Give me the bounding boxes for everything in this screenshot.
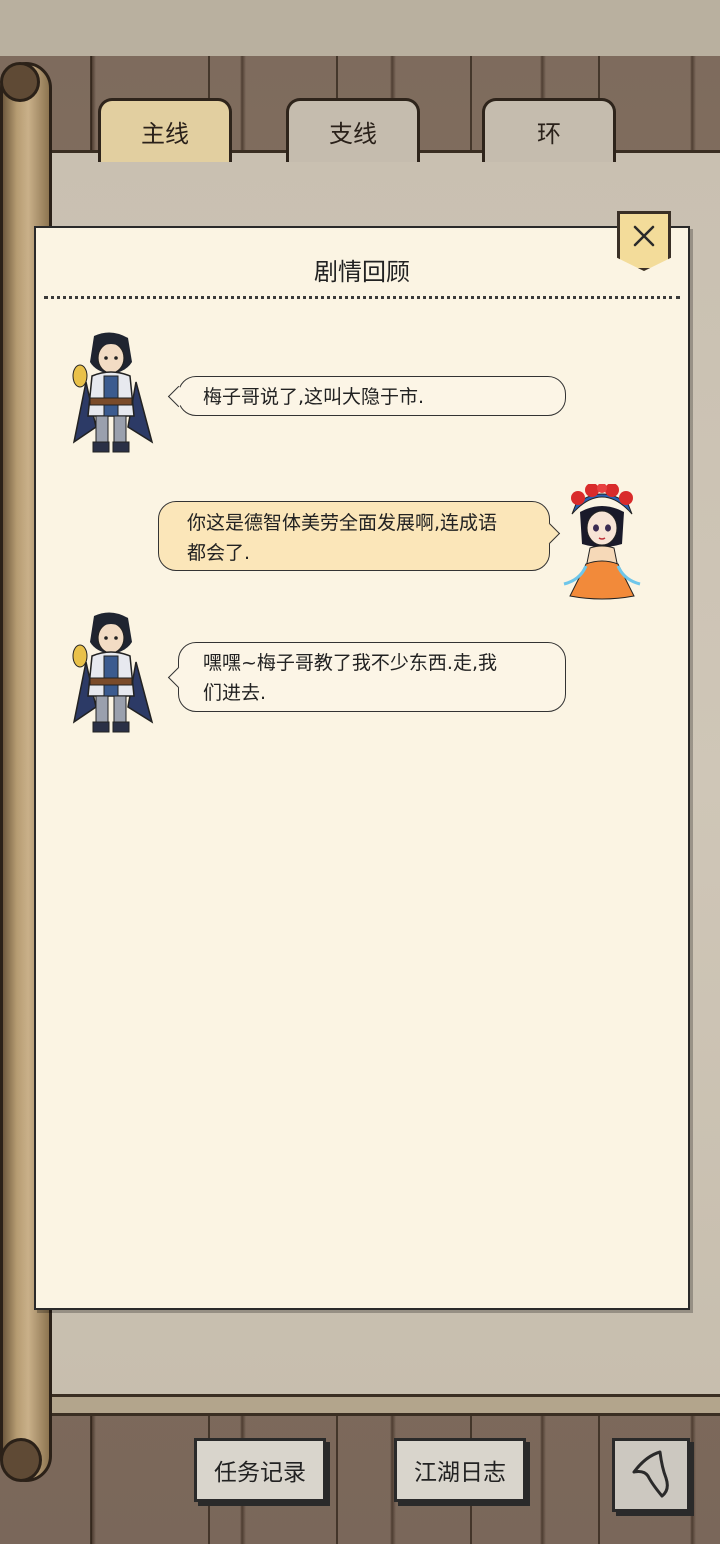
opera-girl-avatar (560, 483, 644, 606)
dialog-title: 剧情回顾 (314, 258, 410, 286)
opera-girl-portrait-icon (563, 483, 641, 600)
bubble-tail (167, 666, 190, 689)
message-text-line: 你这是德智体美劳全面发展啊,连成语 (187, 512, 498, 534)
jianghu-journal-button[interactable]: 江湖日志 (394, 1438, 526, 1502)
message-bubble-right: 你这是德智体美劳全面发展啊,连成语 都会了. (158, 501, 561, 571)
close-icon (633, 225, 655, 247)
swordsman-avatar (66, 612, 156, 742)
task-records-button[interactable]: 任务记录 (194, 1438, 326, 1502)
message-text-line: 们进去. (203, 682, 267, 704)
status-bar (0, 0, 720, 56)
button-label: 江湖日志 (414, 1460, 506, 1486)
message-bubble-left: 梅子哥说了,这叫大隐于市. (167, 376, 566, 416)
tab-side-quest[interactable]: 支线 (286, 98, 420, 162)
dotted-divider (44, 296, 680, 299)
tab-label: 支线 (329, 120, 377, 148)
tab-label: 环 (537, 120, 561, 148)
scroll-rod-cap (0, 62, 40, 102)
back-button[interactable] (612, 1438, 690, 1512)
message-text-line: 都会了. (187, 542, 251, 564)
scroll-bottom-edge (40, 1394, 720, 1416)
scroll-rod-cap (0, 1438, 42, 1482)
story-review-dialog: 剧情回顾 梅子哥说了,这叫大隐于市. 你这是德智体美劳全面发展啊,连成语 都会了… (34, 226, 690, 1310)
message-text-line: 嘿嘿~梅子哥教了我不少东西.走,我 (203, 652, 497, 674)
back-arrow-icon (632, 1450, 669, 1498)
bubble-tail (538, 522, 561, 545)
button-label: 任务记录 (214, 1460, 306, 1486)
swordsman-portrait-icon (72, 332, 154, 453)
swordsman-portrait-icon (72, 612, 154, 733)
message-bubble-left: 嘿嘿~梅子哥教了我不少东西.走,我 们进去. (167, 642, 566, 712)
message-text: 梅子哥说了,这叫大隐于市. (203, 386, 425, 408)
tab-label: 主线 (141, 120, 189, 148)
tab-ring-quest[interactable]: 环 (482, 98, 616, 162)
swordsman-avatar (66, 332, 156, 462)
bubble-tail (167, 385, 190, 408)
tab-main-quest[interactable]: 主线 (98, 98, 232, 162)
